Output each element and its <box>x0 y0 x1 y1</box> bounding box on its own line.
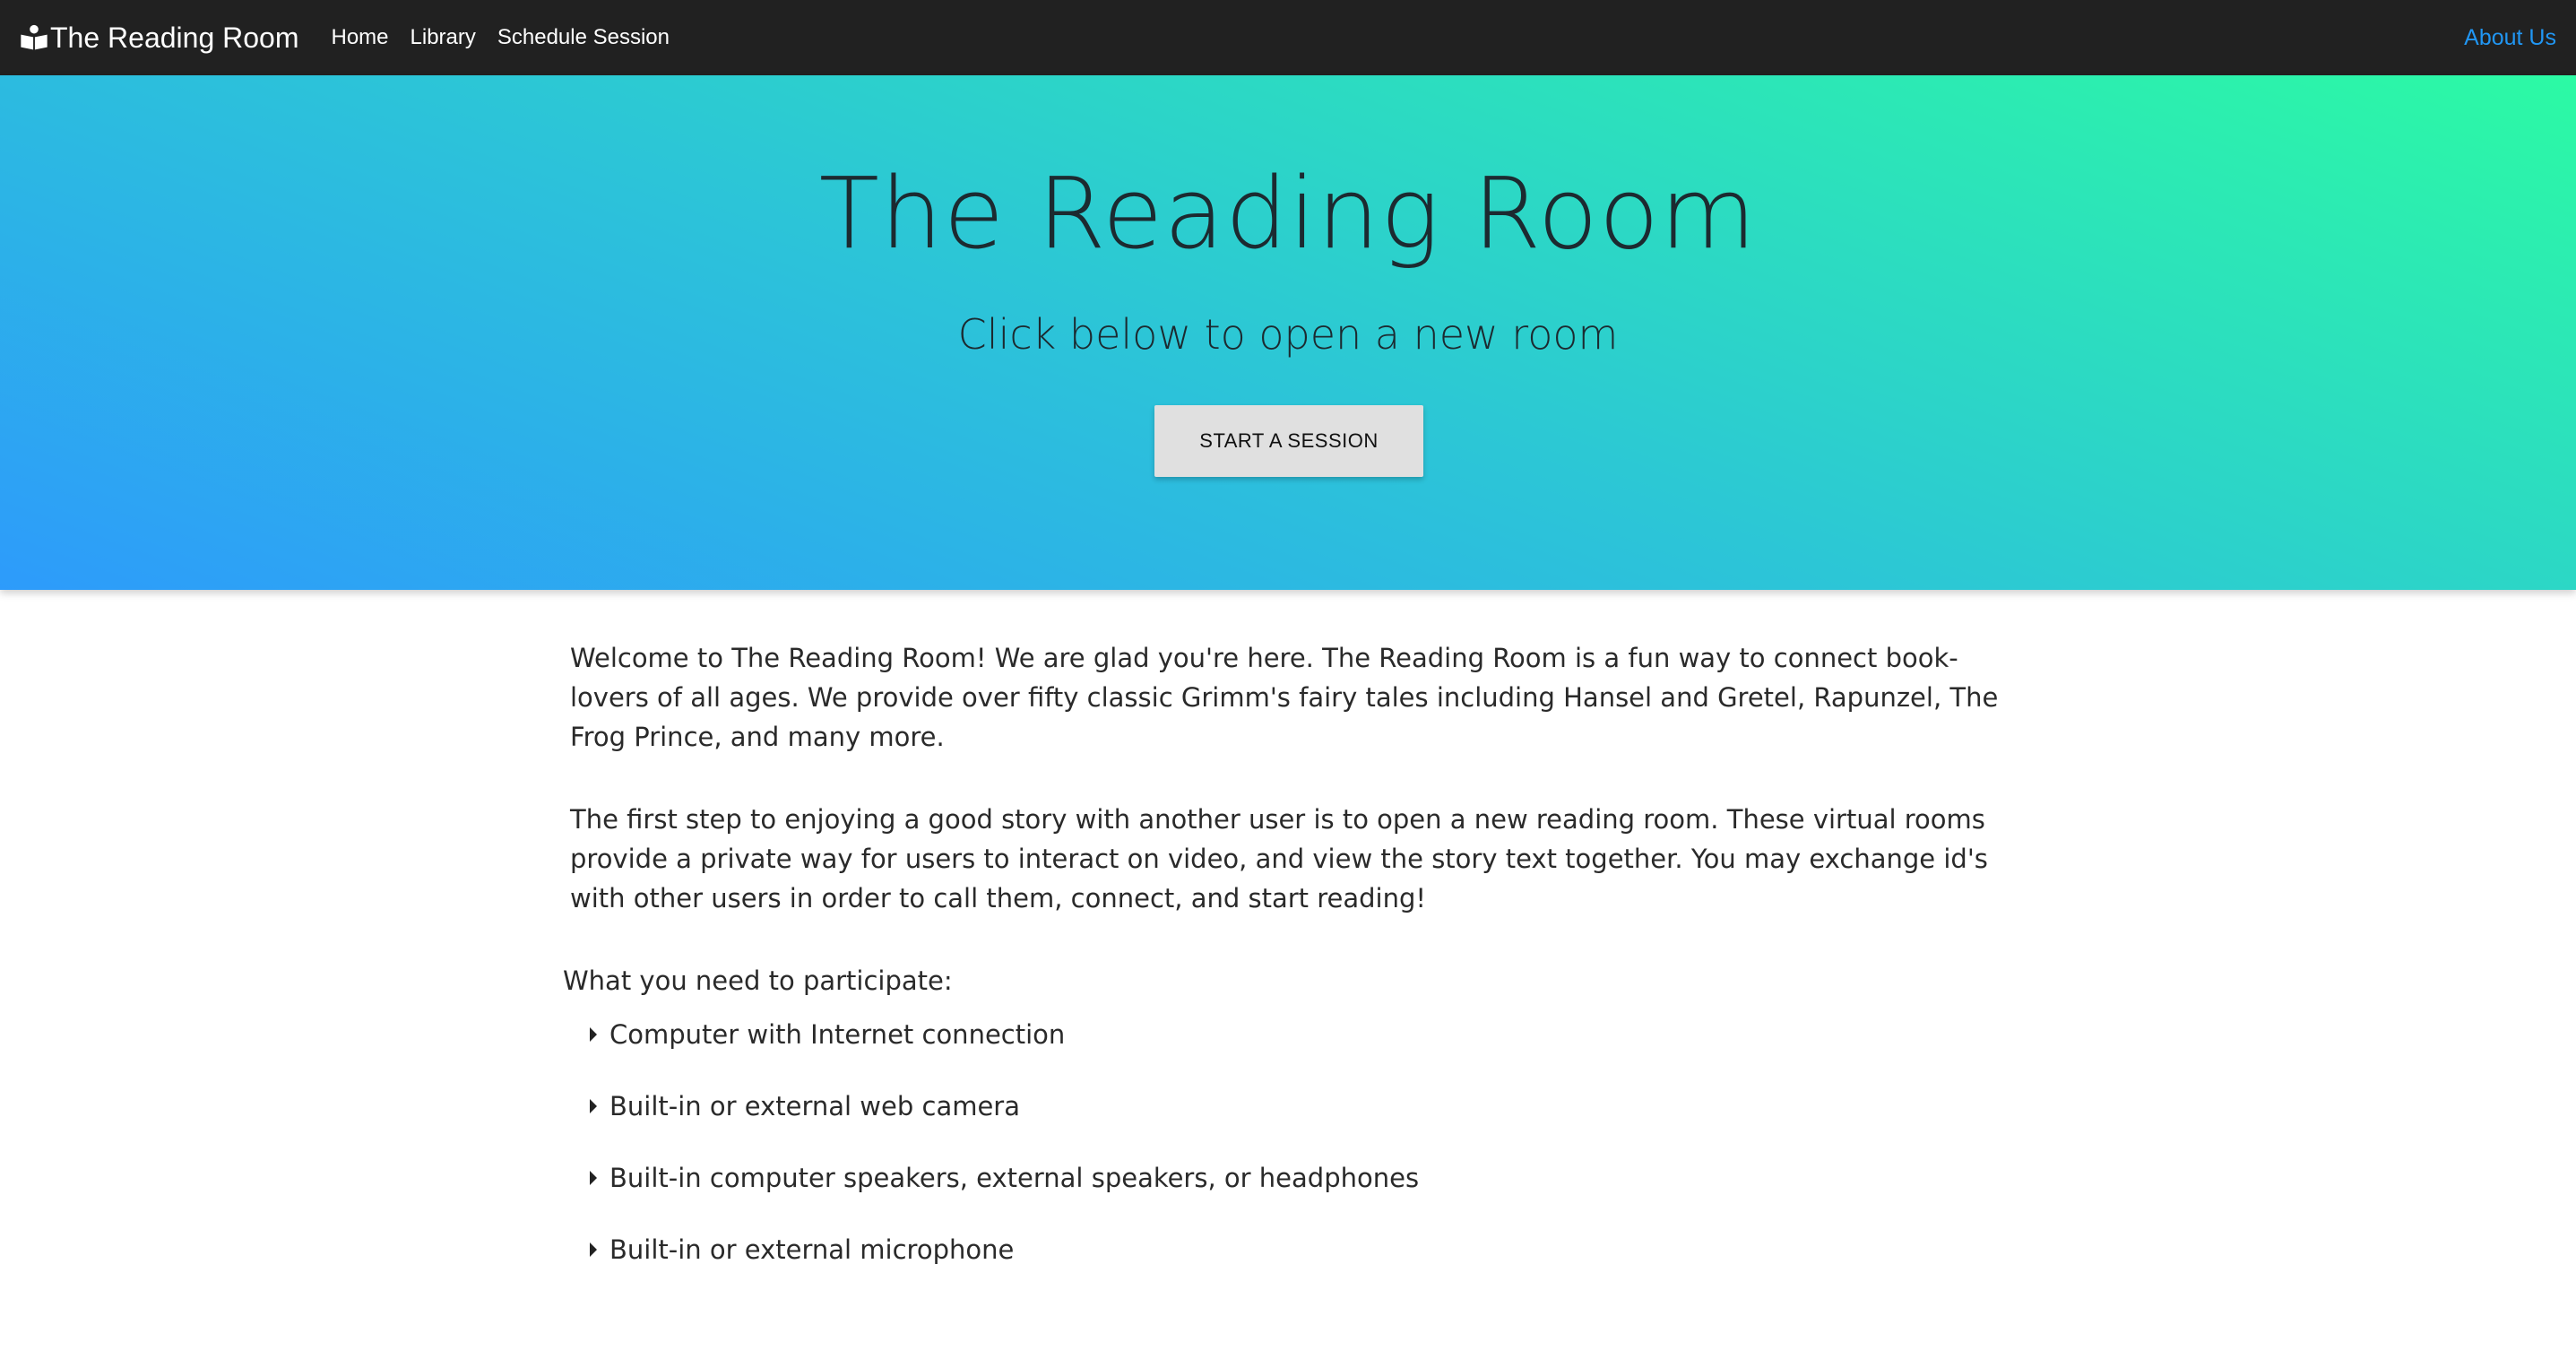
nav-link-home[interactable]: Home <box>331 25 388 50</box>
nav-link-library[interactable]: Library <box>411 25 476 50</box>
requirements-list: Computer with Internet connection Built-… <box>563 1015 2015 1269</box>
list-item: Built-in computer speakers, external spe… <box>590 1158 2015 1198</box>
requirement-label: Built-in or external microphone <box>609 1234 1015 1265</box>
brand-link[interactable]: The Reading Room <box>20 22 298 55</box>
requirements-heading: What you need to participate: <box>563 965 953 996</box>
nav-links: Home Library Schedule Session <box>331 25 691 50</box>
list-item: Built-in or external microphone <box>590 1230 2015 1269</box>
hero-banner: The Reading Room Click below to open a n… <box>0 75 2576 590</box>
brand-label: The Reading Room <box>50 21 299 54</box>
caret-right-icon <box>590 1171 597 1185</box>
caret-right-icon <box>590 1242 597 1257</box>
first-step-paragraph: The first step to enjoying a good story … <box>570 804 1988 913</box>
requirement-label: Built-in computer speakers, external spe… <box>609 1163 1420 1193</box>
list-item: Built-in or external web camera <box>590 1087 2015 1126</box>
start-session-button[interactable]: START A SESSION <box>1154 405 1423 477</box>
requirement-label: Computer with Internet connection <box>609 1019 1066 1050</box>
main-content: Welcome to The Reading Room! We are glad… <box>563 638 2015 1302</box>
hero-title: The Reading Room <box>818 156 1758 271</box>
caret-right-icon <box>590 1027 597 1042</box>
caret-right-icon <box>590 1099 597 1113</box>
requirement-label: Built-in or external web camera <box>609 1091 1020 1121</box>
nav-link-about-us[interactable]: About Us <box>2464 25 2556 51</box>
list-item: Computer with Internet connection <box>590 1015 2015 1054</box>
nav-link-schedule-session[interactable]: Schedule Session <box>497 25 670 50</box>
hero-subtitle: Click below to open a new room <box>957 310 1619 359</box>
reading-person-icon <box>21 24 48 50</box>
top-navbar: The Reading Room Home Library Schedule S… <box>0 0 2576 75</box>
welcome-paragraph: Welcome to The Reading Room! We are glad… <box>570 643 1999 752</box>
